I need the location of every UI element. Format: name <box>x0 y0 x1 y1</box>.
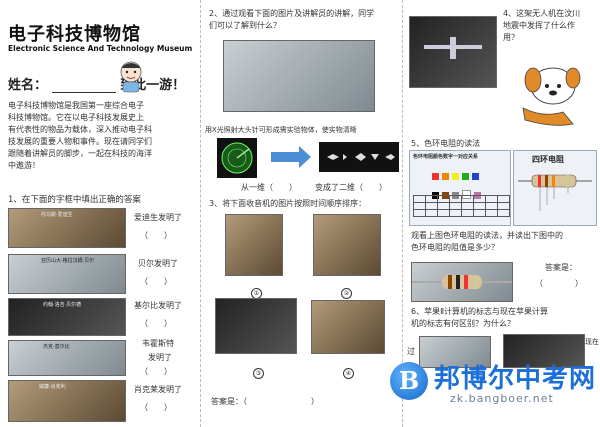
intro-line: 跟随着讲解员的脚步，一起在科技的海洋 <box>8 149 152 158</box>
answer-blank[interactable]: （ ） <box>140 366 172 377</box>
q6-line: 6、苹果Ⅱ计算机的标志与现在苹果计算 <box>411 307 549 316</box>
scientist-caption: 威廉·肖克利 <box>39 384 66 390</box>
name-input-line[interactable] <box>51 80 116 93</box>
q4-line: 用？ <box>503 33 519 42</box>
intro-line: 有代表性的物品为载体，深入推动电子科 <box>8 125 152 134</box>
q4-line: 地震中发挥了什么作 <box>503 21 575 30</box>
q4-line: 4、这架无人机在汶川 <box>503 9 581 18</box>
watermark-brand: 邦博尔中考网 <box>434 364 597 394</box>
intro-line: 电子科技博物馆是我国第一座综合电子 <box>8 101 144 110</box>
column-middle: 2、通过观看下面的图片及讲解员的讲解，同学 们可以了解到什么？ 用X光照射大头针… <box>200 0 403 427</box>
color-table-title: 色环电阻颜色数字一对应关系 <box>413 154 479 160</box>
scientist-caption: 约翰·洛吉·贝尔德 <box>43 302 82 308</box>
scientist-photo-shockley: 威廉·肖克利 <box>8 380 126 422</box>
resistor-photo <box>411 262 513 302</box>
q6-now-label: 现在 <box>585 338 599 346</box>
radio-photo-1 <box>225 214 283 276</box>
answer-label: 基尔比发明了 <box>134 301 182 310</box>
radio-num-4: ④ <box>343 360 354 379</box>
intro-paragraph: 电子科技博物馆是我国第一座综合电子 科技博物馆。它在以电子科技发展史上 有代表性… <box>8 100 196 172</box>
scientist-caption: 托马斯·爱迪生 <box>41 212 73 218</box>
from-label: 从一维（ ） <box>241 183 297 192</box>
q4-text: 4、这架无人机在汶川 地震中发挥了什么作 用？ <box>503 8 599 44</box>
page-title: 电子科技博物馆 <box>8 24 141 45</box>
q2-title-line: 2、通过观看下面的图片及讲解员的讲解，同学 <box>209 9 375 18</box>
scientist-caption: 杰克·基尔比 <box>43 344 70 350</box>
q5-text: 观看上图色环电阻的读法，并读出下图中的 色环电阻的阻值是多少？ <box>411 230 599 254</box>
radio-photo-2 <box>313 214 381 276</box>
q2-title-line: 们可以了解到什么？ <box>209 21 281 30</box>
name-row: 姓名： 到此一游！ <box>8 74 185 93</box>
intro-line: 技发展的重要人物和事件。现在请同学们 <box>8 137 152 146</box>
radio-photo-3 <box>215 298 297 354</box>
answer-label: 爱迪生发明了 <box>134 213 182 222</box>
answer-label: 贝尔发明了 <box>138 259 178 268</box>
answer-blank[interactable]: （ ） <box>140 402 172 413</box>
q6-text: 6、苹果Ⅱ计算机的标志与现在苹果计算 机的标志有何区别？为什么？ <box>411 306 600 330</box>
scientist-caption: 亚历山大·格拉汉姆·贝尔 <box>41 258 95 264</box>
intro-line: 中遨游！ <box>8 161 40 170</box>
four-band-chart: 四环电阻 <box>513 150 597 226</box>
dog-mascot-icon <box>522 67 581 126</box>
resistor-diagram-icon <box>518 174 592 211</box>
xray-silhouettes-icon <box>319 142 399 172</box>
site-watermark: B 邦博尔中考网 zk.bangboer.net <box>390 352 600 412</box>
answer-label: 韦霍斯特 <box>142 339 174 348</box>
to-label: 变成了二维（ ） <box>315 183 387 192</box>
scientist-photo-edison: 托马斯·爱迪生 <box>8 208 126 248</box>
radio-photo-4 <box>311 300 385 354</box>
q2-title: 2、通过观看下面的图片及讲解员的讲解，同学 们可以了解到什么？ <box>209 8 399 32</box>
q1-title: 1、在下面的字框中填出正确的答案 <box>8 195 141 205</box>
q5-answer-blank[interactable]: （ ） <box>535 278 583 289</box>
museum-worksheet: 电子科技博物馆 Electronic Science And Technolog… <box>0 0 600 427</box>
q2-description: 用X光照射大头针可形成需实验物体，使实物清晰 <box>205 126 357 134</box>
name-label: 姓名： <box>8 78 48 93</box>
radio-num-1: ① <box>251 280 262 299</box>
scientist-photo-bell: 亚历山大·格拉汉姆·贝尔 <box>8 254 126 294</box>
q3-title: 3、将下面收音机的图片按照时间顺序排序： <box>209 199 367 208</box>
q6-line: 机的标志有何区别？为什么？ <box>411 319 515 328</box>
q5-title: 5、色环电阻的读法 <box>411 139 481 148</box>
color-code-table: 色环电阻颜色数字一对应关系 <box>409 150 511 226</box>
answer-label: 肖克莱发明了 <box>134 385 182 394</box>
q5-answer-label: 答案是： <box>545 263 577 272</box>
radio-num-3: ③ <box>253 360 264 379</box>
four-band-title: 四环电阻 <box>532 155 564 164</box>
answer-blank[interactable]: （ ） <box>140 230 172 241</box>
q5-line: 观看上图色环电阻的读法，并读出下图中的 <box>411 231 563 240</box>
column-left: 电子科技博物馆 Electronic Science And Technolog… <box>0 0 200 427</box>
museum-exhibit-photo <box>223 40 375 112</box>
intro-line: 科技博物馆。它在以电子科技发展史上 <box>8 113 144 122</box>
page-subtitle: Electronic Science And Technology Museum <box>8 44 193 53</box>
drone-photo <box>409 16 497 88</box>
q3-answer[interactable]: 答案是：（ ） <box>211 396 319 407</box>
color-grid <box>413 195 510 217</box>
watermark-url: zk.bangboer.net <box>450 392 554 405</box>
arrow-right-icon <box>271 146 311 168</box>
scientist-photo-baird: 约翰·洛吉·贝尔德 <box>8 298 126 336</box>
radio-num-2: ② <box>341 280 352 299</box>
answer-blank[interactable]: （ ） <box>140 276 172 287</box>
answer-label-2: 发明了 <box>148 353 172 362</box>
q5-line: 色环电阻的阻值是多少？ <box>411 243 499 252</box>
scientist-photo-kilby: 杰克·基尔比 <box>8 340 126 376</box>
answer-blank[interactable]: （ ） <box>140 318 172 329</box>
bangboer-logo-icon: B <box>390 362 428 400</box>
radar-scan-icon <box>217 138 257 178</box>
boy-mascot-icon <box>120 61 142 93</box>
